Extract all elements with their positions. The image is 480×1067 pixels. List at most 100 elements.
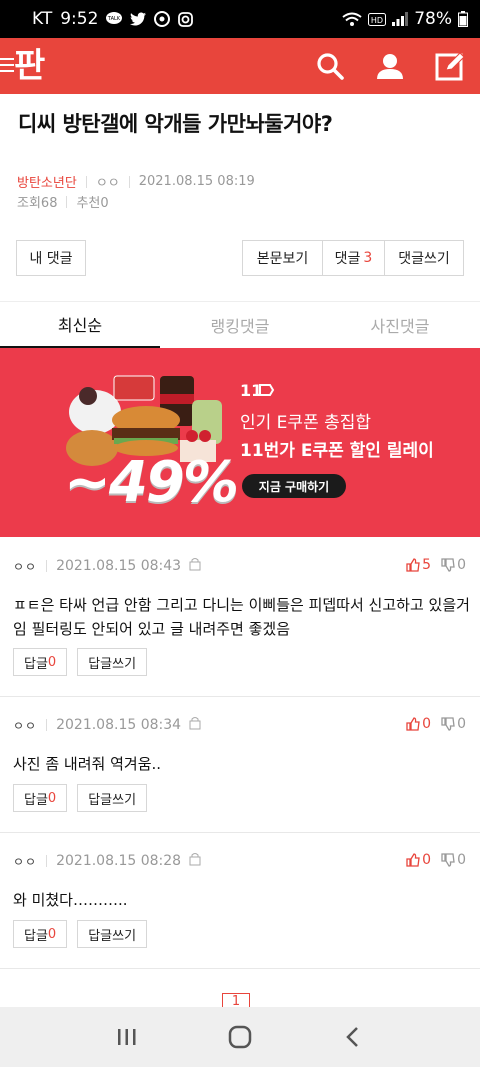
user-icon[interactable] xyxy=(370,46,410,86)
comment-votes: 0 0 xyxy=(406,852,466,868)
divider xyxy=(46,719,48,731)
comment-author: ㅇㅇ xyxy=(13,559,38,574)
divider xyxy=(128,175,130,188)
downvote-count: 0 xyxy=(457,557,466,573)
post-actions: 본문보기 댓글 3 댓글쓰기 xyxy=(242,240,464,276)
post-author: ㅇㅇ xyxy=(95,176,120,191)
ad-banner[interactable]: ~49% 11 인기 E쿠폰 총집합 11번가 E쿠폰 할인 릴레이 지금 구매… xyxy=(0,348,480,537)
divider xyxy=(46,560,48,572)
battery-icon xyxy=(458,11,468,27)
post-datetime: 2021.08.15 08:19 xyxy=(138,174,255,189)
comment-datetime: 2021.08.15 08:34 xyxy=(56,717,182,733)
downvote-count: 0 xyxy=(457,716,466,732)
recent-apps-icon[interactable] xyxy=(107,1017,147,1057)
talk-icon: TALK xyxy=(106,12,123,26)
banner-line2: 11번가 E쿠폰 할인 릴레이 xyxy=(240,441,434,461)
upvote-button[interactable]: 0 xyxy=(406,716,431,732)
instagram-icon xyxy=(178,11,194,27)
write-reply-button[interactable]: 답글쓰기 xyxy=(77,920,148,948)
post-recommends: 추천0 xyxy=(76,196,109,211)
hd-icon: HD xyxy=(368,12,387,26)
comment-item: ㅇㅇ 2021.08.15 08:34 0 0 사진 좀 내려줘 역겨움.. 답… xyxy=(0,716,480,852)
banner-cta-button[interactable]: 지금 구매하기 xyxy=(242,474,346,498)
divider xyxy=(85,175,87,188)
comment-item: ㅇㅇ 2021.08.15 08:28 0 0 와 미쳤다……….. 답글 0 … xyxy=(0,852,480,972)
upvote-button[interactable]: 5 xyxy=(406,557,431,573)
back-icon[interactable] xyxy=(333,1017,373,1057)
reply-button[interactable]: 답글 0 xyxy=(13,648,68,676)
report-icon[interactable] xyxy=(189,716,201,734)
tab-latest[interactable]: 최신순 xyxy=(0,302,160,348)
downvote-button[interactable]: 0 xyxy=(441,716,466,732)
downvote-button[interactable]: 0 xyxy=(441,852,466,868)
svg-text:11: 11 xyxy=(240,381,262,400)
thumbs-up-icon xyxy=(406,853,420,867)
comment-item: ㅇㅇ 2021.08.15 08:43 5 0 ㅍㅌ은 타싸 언급 안함 그리고… xyxy=(0,557,480,697)
comment-buttons: 답글 0 답글쓰기 xyxy=(13,784,148,812)
comment-text: 사진 좀 내려줘 역겨움.. xyxy=(13,755,162,773)
comment-buttons: 답글 0 답글쓰기 xyxy=(13,648,148,676)
svg-text:판: 판 xyxy=(14,46,45,84)
weverse-icon xyxy=(154,11,171,27)
tab-photo[interactable]: 사진댓글 xyxy=(320,302,480,348)
my-comments-button[interactable]: 내 댓글 xyxy=(16,240,86,276)
divider xyxy=(46,855,48,867)
downvote-button[interactable]: 0 xyxy=(441,557,466,573)
twitter-icon xyxy=(130,12,147,26)
11st-logo: 11 xyxy=(240,380,280,404)
reply-label: 답글 xyxy=(24,928,48,944)
comment-header: ㅇㅇ 2021.08.15 08:34 xyxy=(13,716,201,734)
battery-percent: 78% xyxy=(414,9,452,29)
comment-sort-tabs: 최신순 랭킹댓글 사진댓글 xyxy=(0,302,480,348)
signal-icon xyxy=(392,12,409,26)
thumbs-down-icon xyxy=(441,717,455,731)
reply-count: 0 xyxy=(47,790,57,806)
write-icon[interactable] xyxy=(430,46,470,86)
upvote-count: 5 xyxy=(422,557,432,573)
reply-button[interactable]: 답글 0 xyxy=(13,920,68,948)
reply-label: 답글 xyxy=(24,792,48,808)
search-icon[interactable] xyxy=(310,46,350,86)
view-post-button[interactable]: 본문보기 xyxy=(242,240,322,276)
tab-ranking[interactable]: 랭킹댓글 xyxy=(160,302,320,348)
pann-logo[interactable]: 판 xyxy=(12,44,56,88)
upvote-button[interactable]: 0 xyxy=(406,852,431,868)
comments-button[interactable]: 댓글 3 xyxy=(322,240,384,276)
comments-label: 댓글 xyxy=(334,251,361,267)
thumbs-up-icon xyxy=(406,558,420,572)
reply-count: 0 xyxy=(47,926,57,942)
system-nav-bar xyxy=(0,1007,480,1067)
report-icon[interactable] xyxy=(189,557,201,575)
wifi-icon xyxy=(342,12,362,27)
post-stats: 조회68 추천0 xyxy=(17,192,109,211)
thumbs-up-icon xyxy=(406,717,420,731)
reply-count: 0 xyxy=(47,654,57,670)
post-meta: 방탄소년단 ㅇㅇ 2021.08.15 08:19 xyxy=(17,172,255,191)
write-comment-button[interactable]: 댓글쓰기 xyxy=(384,240,464,276)
clock: 9:52 xyxy=(60,9,99,29)
downvote-count: 0 xyxy=(457,852,466,868)
comment-author: ㅇㅇ xyxy=(13,718,38,733)
comment-divider xyxy=(0,696,480,697)
post-category[interactable]: 방탄소년단 xyxy=(17,172,77,191)
upvote-count: 0 xyxy=(422,852,432,868)
report-icon[interactable] xyxy=(189,852,201,870)
comment-header: ㅇㅇ 2021.08.15 08:28 xyxy=(13,852,201,870)
comment-divider xyxy=(0,832,480,833)
comment-header: ㅇㅇ 2021.08.15 08:43 xyxy=(13,557,201,575)
comment-text: ㅍㅌ은 타싸 언급 안함 그리고 다니는 이삐들은 피뎁따서 신고하고 있을거임… xyxy=(13,596,470,638)
comments-count: 3 xyxy=(363,250,373,266)
reply-button[interactable]: 답글 0 xyxy=(13,784,68,812)
write-reply-button[interactable]: 답글쓰기 xyxy=(77,648,148,676)
banner-line1: 인기 E쿠폰 총집합 xyxy=(240,413,372,433)
divider xyxy=(66,195,68,208)
comment-datetime: 2021.08.15 08:28 xyxy=(56,853,182,869)
status-bar: KT 9:52 TALK HD 78% xyxy=(0,0,480,38)
home-icon[interactable] xyxy=(220,1017,260,1057)
comment-votes: 0 0 xyxy=(406,716,466,732)
discount-text: ~49% xyxy=(64,450,239,515)
write-reply-button[interactable]: 답글쓰기 xyxy=(77,784,148,812)
thumbs-down-icon xyxy=(441,558,455,572)
thumbs-down-icon xyxy=(441,853,455,867)
post-title: 디씨 방탄갤에 악개들 가만놔둘거야? xyxy=(18,112,333,136)
